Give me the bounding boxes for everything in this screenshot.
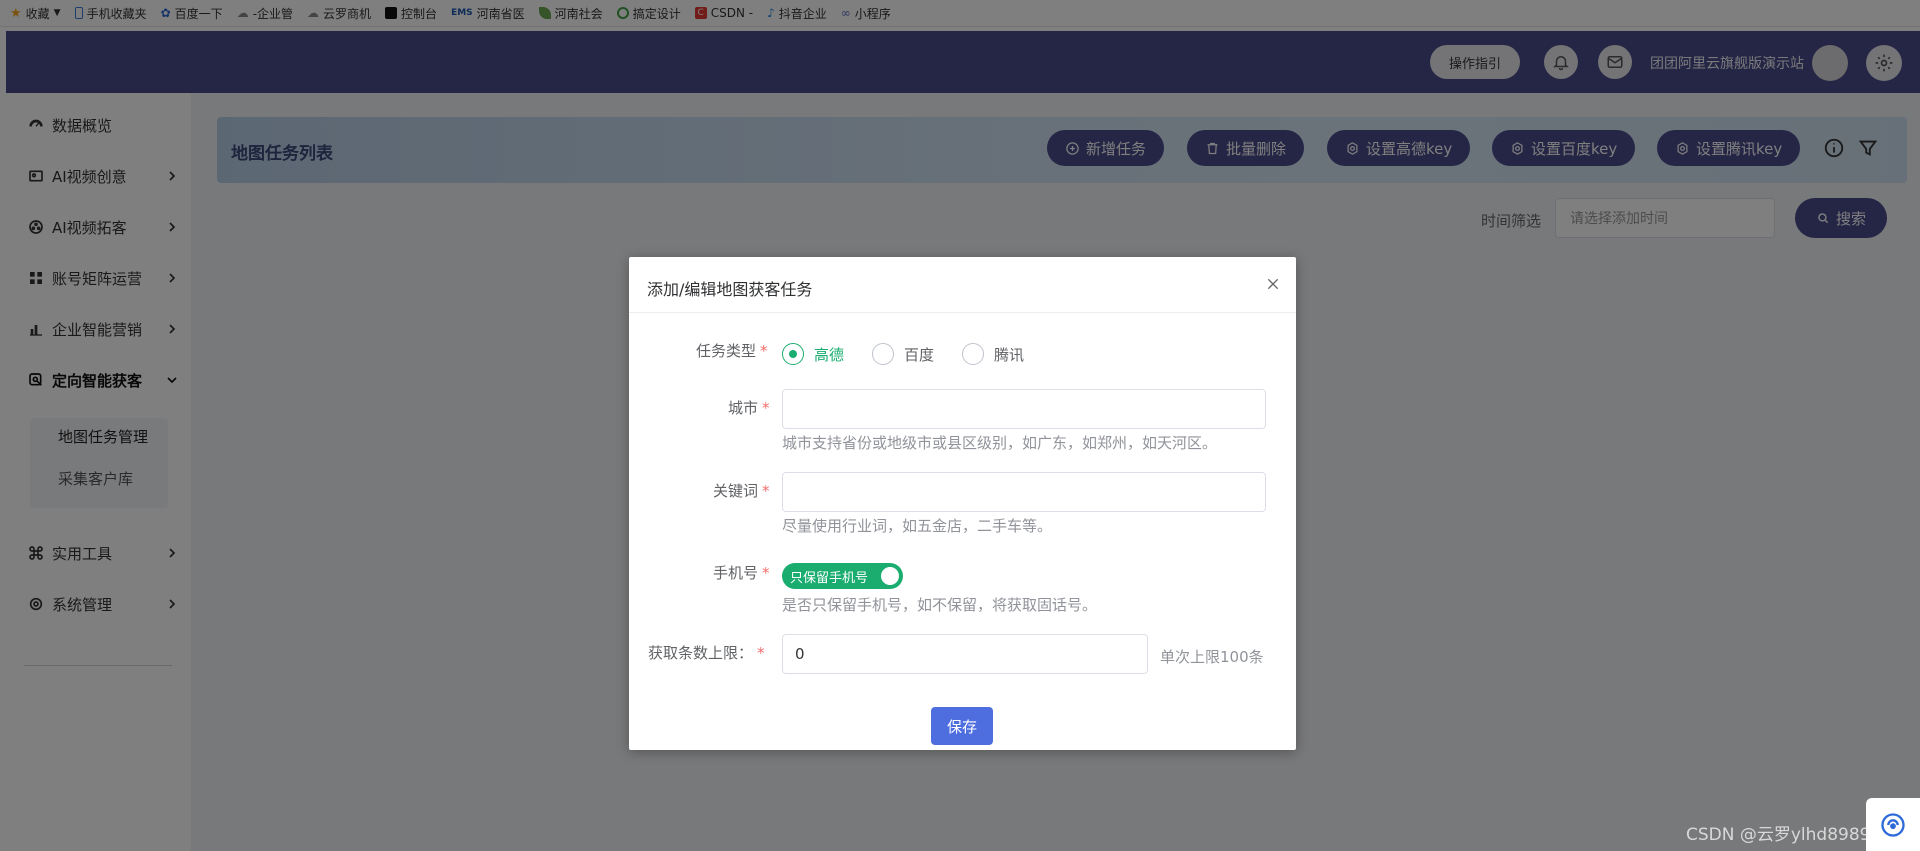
limit-label: 获取条数上限： * <box>648 644 765 662</box>
required-mark: * <box>762 482 770 500</box>
keyword-hint: 尽量使用行业词，如五金店，二手车等。 <box>782 517 1053 535</box>
radio-dot <box>962 343 984 365</box>
required-mark: * <box>760 342 768 360</box>
required-mark: * <box>762 564 770 582</box>
task-dialog: 添加/编辑地图获客任务 任务类型 * 高德 百度 腾讯 城市 * 城市支持省份或地级… <box>629 257 1296 750</box>
save-button[interactable]: 保存 <box>931 707 993 745</box>
required-mark: * <box>762 399 770 417</box>
radio-dot <box>782 343 804 365</box>
radio-amap[interactable]: 高德 <box>782 343 844 365</box>
task-type-label: 任务类型 * <box>696 342 768 360</box>
phone-only-switch[interactable]: 只保留手机号 <box>782 563 903 589</box>
city-hint: 城市支持省份或地级市或县区级别，如广东，如郑州，如天河区。 <box>782 434 1218 452</box>
close-icon[interactable] <box>1265 276 1281 292</box>
radio-baidu[interactable]: 百度 <box>872 343 934 365</box>
dialog-title: 添加/编辑地图获客任务 <box>647 280 813 299</box>
watermark: CSDN @云罗ylhd8989 <box>1686 825 1871 845</box>
city-label: 城市 * <box>728 399 770 417</box>
assistant-widget[interactable] <box>1866 798 1920 851</box>
switch-knob <box>881 567 899 585</box>
phone-hint: 是否只保留手机号，如不保留，将获取固话号。 <box>782 596 1098 614</box>
dialog-header: 添加/编辑地图获客任务 <box>629 257 1296 313</box>
required-mark: * <box>757 644 765 662</box>
assistant-icon <box>1881 812 1905 837</box>
keyword-input[interactable] <box>782 472 1266 512</box>
phone-label: 手机号 * <box>713 564 770 582</box>
limit-hint: 单次上限100条 <box>1160 648 1264 666</box>
radio-dot <box>872 343 894 365</box>
limit-input[interactable]: 0 <box>782 634 1148 674</box>
city-input[interactable] <box>782 389 1266 429</box>
keyword-label: 关键词 * <box>713 482 770 500</box>
radio-tencent[interactable]: 腾讯 <box>962 343 1024 365</box>
